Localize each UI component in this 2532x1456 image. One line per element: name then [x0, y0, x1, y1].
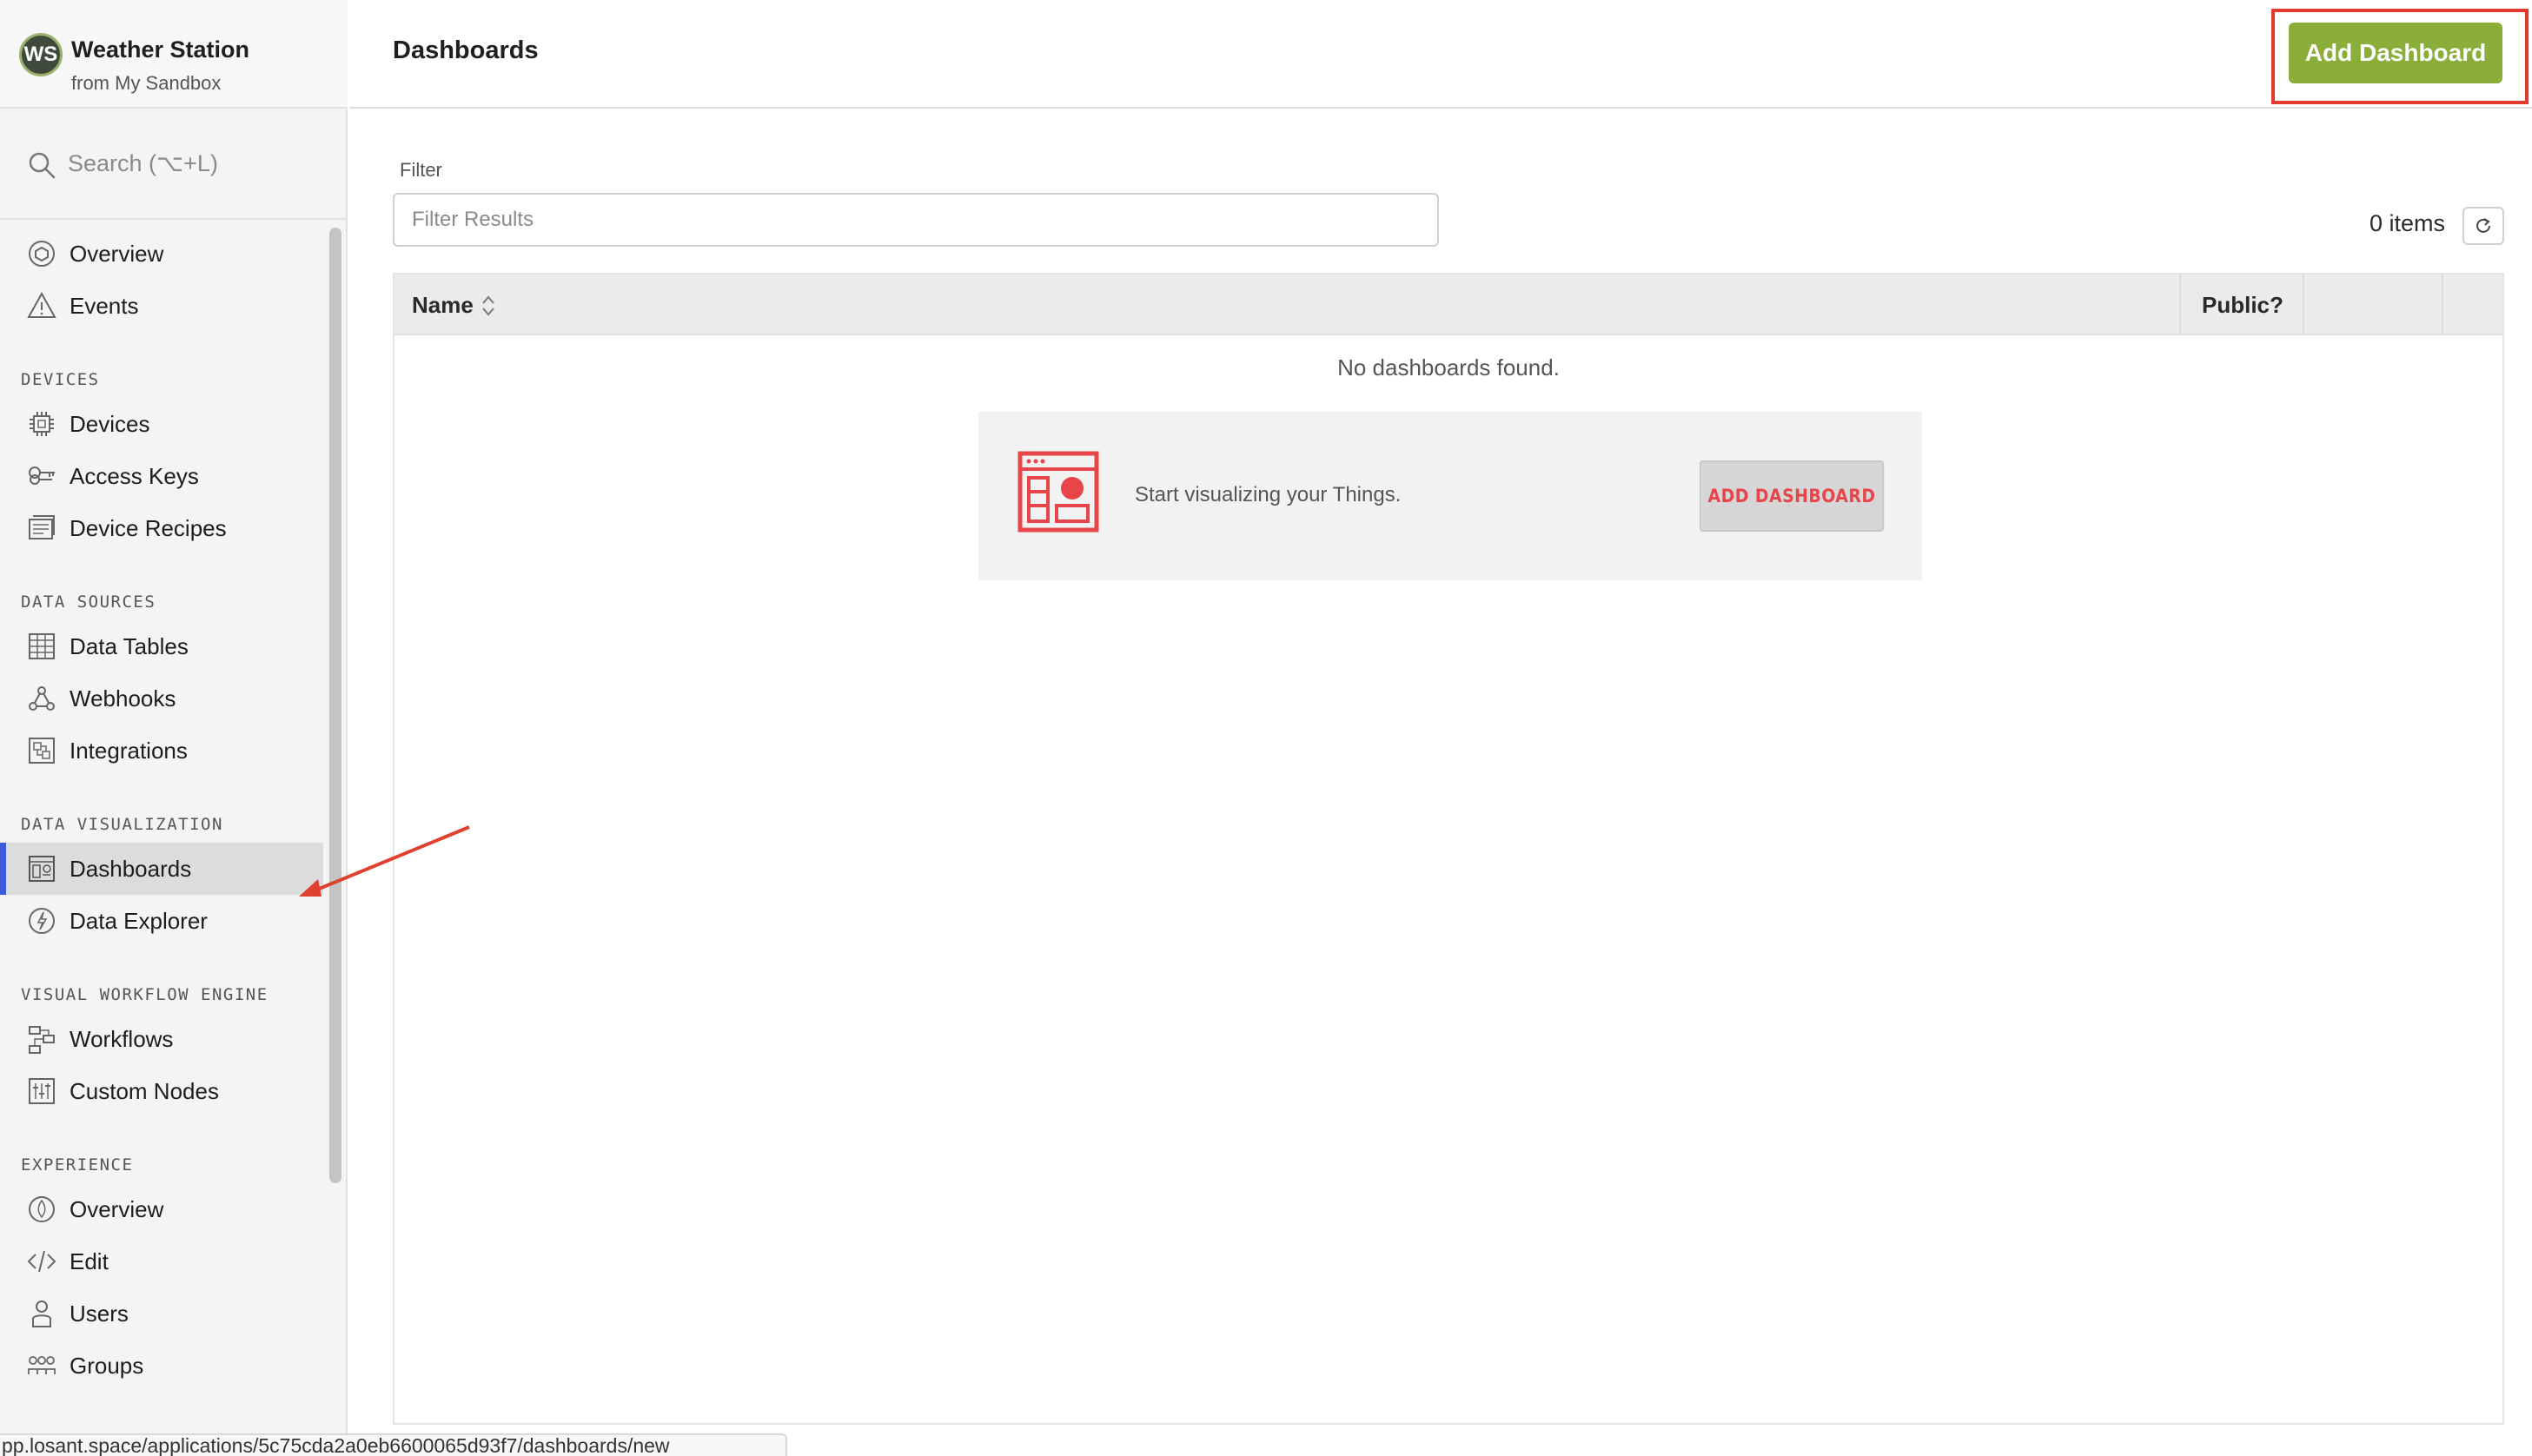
filter-input[interactable]	[393, 193, 1439, 247]
top-bar: Dashboards	[349, 0, 2532, 109]
workflow-icon	[29, 1026, 55, 1054]
sidebar-item-webhooks[interactable]: Webhooks	[0, 672, 323, 725]
sidebar-scrollbar-thumb[interactable]	[329, 228, 341, 1183]
code-icon	[27, 1250, 56, 1273]
sidebar-item-label: Workflows	[70, 1025, 174, 1052]
sidebar-item-label: Edit	[70, 1248, 109, 1274]
page-title: Dashboards	[393, 36, 539, 64]
sidebar-item-integrations[interactable]: Integrations	[0, 725, 323, 777]
sidebar-item-events[interactable]: Events	[0, 280, 323, 332]
chip-icon	[30, 412, 54, 436]
sidebar-item-data-explorer[interactable]: Data Explorer	[0, 895, 323, 947]
sidebar-item-label: Webhooks	[70, 685, 176, 711]
webhook-icon	[29, 686, 55, 711]
column-header-public: Public?	[2202, 292, 2283, 318]
warning-triangle-icon	[27, 291, 56, 318]
item-count: 0 items	[2369, 210, 2445, 236]
add-dashboard-button[interactable]: Add Dashboard	[2289, 23, 2502, 83]
dashboards-table: Name Public? No dashboards found. Start …	[393, 273, 2504, 1425]
sidebar-item-label: Integrations	[70, 737, 188, 764]
app-header[interactable]: WS Weather Station from My Sandbox	[0, 0, 348, 109]
experience-overview-icon	[29, 1196, 55, 1222]
sidebar-item-access-keys[interactable]: Access Keys	[0, 450, 323, 502]
integration-icon	[29, 738, 55, 764]
sidebar-search[interactable]: Search (⌥+L)	[0, 110, 348, 220]
column-header-label: Name	[412, 292, 474, 318]
sidebar-section-title: VISUAL WORKFLOW ENGINE	[21, 985, 268, 1004]
custom-nodes-icon	[29, 1078, 55, 1104]
column-divider	[2442, 275, 2443, 335]
sidebar-item-overview[interactable]: Overview	[0, 228, 323, 280]
sidebar-item-label: Access Keys	[70, 462, 199, 489]
sidebar-item-label: Device Recipes	[70, 514, 227, 541]
column-header-name[interactable]: Name	[412, 292, 496, 319]
app-title: Weather Station	[71, 36, 250, 63]
key-icon	[29, 467, 55, 485]
search-placeholder: Search (⌥+L)	[68, 150, 218, 176]
empty-state-card: Start visualizing your Things. ADD DASHB…	[978, 412, 1922, 580]
groups-icon	[28, 1356, 56, 1374]
sidebar-item-custom-nodes[interactable]: Custom Nodes	[0, 1065, 323, 1117]
sidebar-item-dashboards[interactable]: Dashboards	[0, 843, 323, 895]
sidebar-nav: Overview Events DEVICES Devices Access K…	[0, 228, 323, 1392]
sidebar-item-workflows[interactable]: Workflows	[0, 1013, 323, 1065]
sidebar-item-experience-overview[interactable]: Overview	[0, 1183, 323, 1235]
explorer-icon	[29, 908, 55, 934]
sidebar-section-title: DATA SOURCES	[21, 592, 156, 612]
sidebar-item-label: Devices	[70, 410, 150, 437]
dashboard-icon	[29, 856, 55, 882]
sidebar-item-label: Data Tables	[70, 632, 189, 659]
sidebar-section-title: EXPERIENCE	[21, 1155, 134, 1175]
sidebar-item-label: Events	[70, 292, 139, 319]
app-avatar: WS	[19, 33, 63, 76]
recipe-icon	[29, 515, 55, 539]
sidebar-item-label: Overview	[70, 240, 164, 267]
empty-message: No dashboards found.	[1337, 354, 1560, 381]
sidebar-item-label: Custom Nodes	[70, 1077, 219, 1104]
annotation-arrow	[299, 825, 470, 897]
search-icon	[29, 152, 56, 179]
sidebar-item-label: Dashboards	[70, 855, 192, 882]
sidebar-item-device-recipes[interactable]: Device Recipes	[0, 502, 323, 554]
sidebar-item-groups[interactable]: Groups	[0, 1340, 323, 1392]
refresh-icon	[2476, 218, 2490, 233]
sidebar-section-title: DATA VISUALIZATION	[21, 815, 223, 834]
sidebar-item-label: Users	[70, 1300, 129, 1327]
column-divider	[2179, 275, 2181, 335]
sidebar-section-title: DEVICES	[21, 370, 100, 389]
sidebar-item-users[interactable]: Users	[0, 1287, 323, 1340]
filter-label: Filter	[400, 159, 442, 181]
table-header: Name Public?	[394, 275, 2502, 335]
sidebar-item-edit[interactable]: Edit	[0, 1235, 323, 1287]
sidebar-item-label: Data Explorer	[70, 907, 208, 934]
user-icon	[32, 1300, 51, 1327]
sidebar: WS Weather Station from My Sandbox Searc…	[0, 0, 348, 1456]
app-subtitle: from My Sandbox	[71, 72, 222, 94]
sort-icon	[482, 295, 494, 316]
overview-icon	[29, 241, 55, 267]
empty-state-text: Start visualizing your Things.	[1135, 483, 1402, 506]
table-icon	[29, 633, 55, 659]
status-bar-url: pp.losant.space/applications/5c75cda2a0e…	[0, 1433, 787, 1456]
sidebar-item-label: Overview	[70, 1195, 164, 1222]
empty-state-add-dashboard-button[interactable]: ADD DASHBOARD	[1699, 460, 1885, 532]
sidebar-item-data-tables[interactable]: Data Tables	[0, 620, 323, 672]
refresh-button[interactable]	[2462, 207, 2504, 245]
sidebar-item-devices[interactable]: Devices	[0, 398, 323, 450]
column-divider	[2303, 275, 2304, 335]
dashboard-illustration-icon	[1017, 451, 1099, 533]
sidebar-item-label: Groups	[70, 1352, 144, 1379]
